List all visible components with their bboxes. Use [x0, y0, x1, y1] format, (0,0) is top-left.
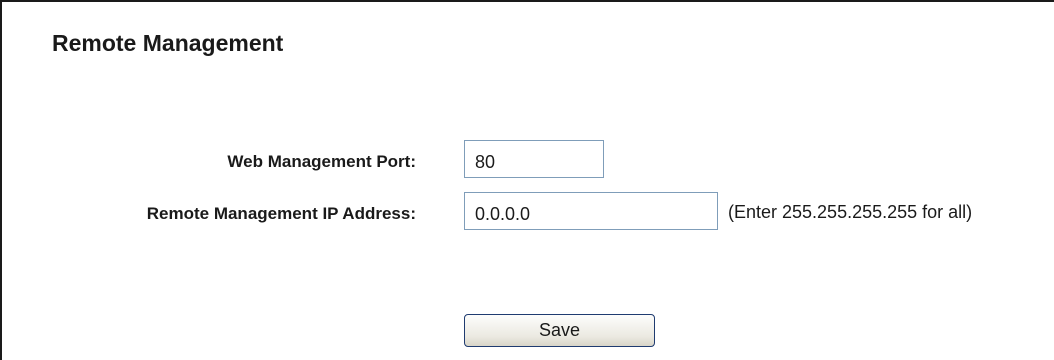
web-management-port-input[interactable] — [464, 140, 604, 178]
remote-management-ip-hint: (Enter 255.255.255.255 for all) — [728, 202, 973, 222]
save-button[interactable]: Save — [464, 314, 655, 347]
web-management-port-row: Web Management Port: — [2, 140, 1054, 180]
remote-management-ip-label: Remote Management IP Address: — [146, 204, 416, 223]
page-title: Remote Management — [52, 30, 284, 56]
remote-management-ip-row: Remote Management IP Address: (Enter 255… — [2, 192, 1054, 232]
web-management-port-label: Web Management Port: — [227, 152, 416, 171]
remote-management-ip-input[interactable] — [464, 192, 718, 230]
settings-panel: Remote Management Web Management Port: R… — [0, 0, 1054, 360]
